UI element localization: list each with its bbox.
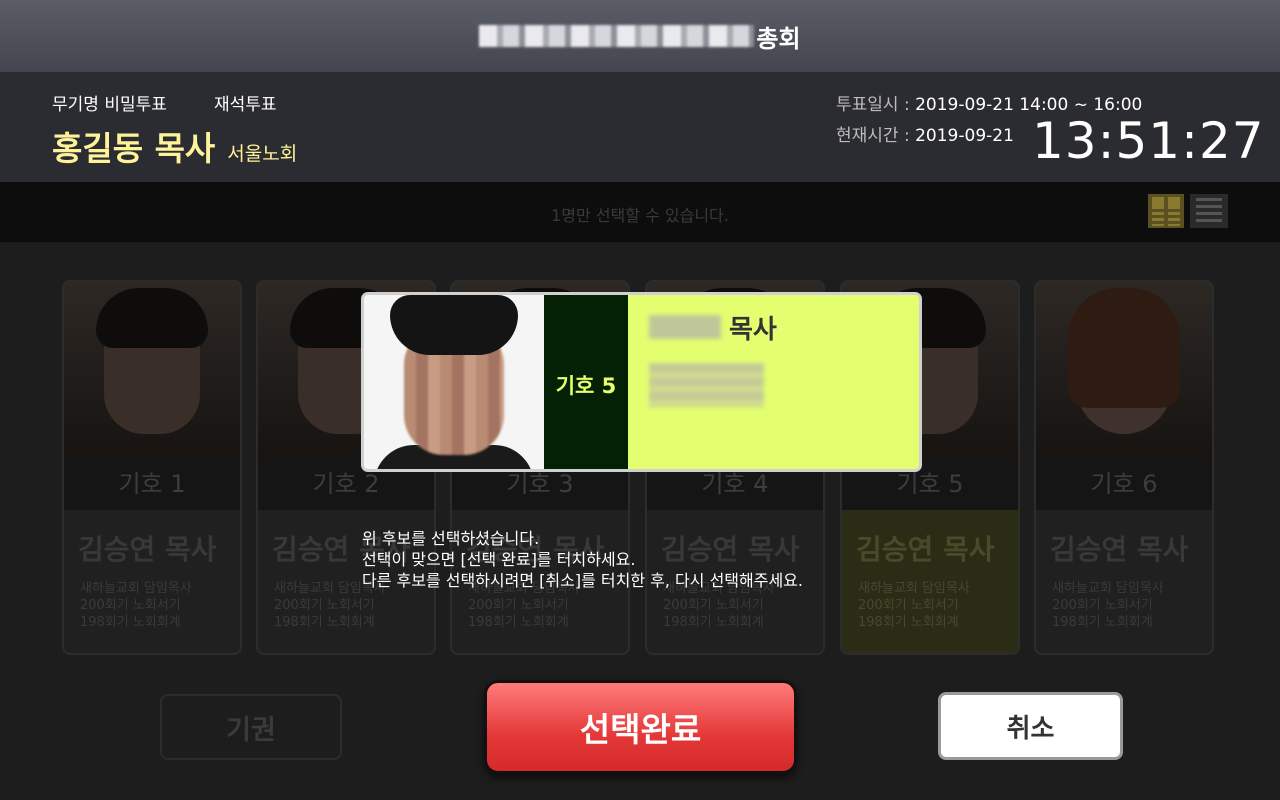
confirmation-line-2: 선택이 맞으면 [선택 완료]를 터치하세요. [362,550,636,569]
current-date: 현재시간 : 2019-09-21 [836,121,1014,146]
ballot-view-icon[interactable] [1146,192,1230,230]
vote-type-secret: 무기명 비밀투표 [52,95,167,115]
candidate-desc: 새하늘교회 담임목사 200회기 노회서기 198회기 노회회계 [1052,581,1164,630]
title-bar: 총회 [0,0,1280,72]
confirmation-line-3: 다른 후보를 선택하시려면 [취소]를 터치한 후, 다시 선택해주세요. [362,571,803,590]
voter-name-row: 홍길동 목사 서울노회 [52,122,297,170]
instruction-text: 1명만 선택할 수 있습니다. [551,206,729,225]
vote-type-present: 재석투표 [214,95,277,115]
candidate-name: 김승연 목사 [1050,533,1189,566]
candidate-name: 김승연 목사 [78,533,217,566]
candidate-desc: 새하늘교회 담임목사 200회기 노회서기 198회기 노회회계 [80,581,192,630]
confirmation-line-1: 위 후보를 선택하셨습니다. [362,529,540,548]
confirm-selection-button[interactable]: 선택완료 [484,680,797,774]
candidate-card-1[interactable]: 기호 1 김승연 목사 새하늘교회 담임목사 200회기 노회서기 198회기 노회… [62,280,242,655]
selected-candidate-desc-redacted [649,363,764,407]
candidate-photo [64,282,240,458]
selected-candidate-name-redacted [649,315,721,339]
clock: 13:51:27 [1032,112,1265,170]
selected-candidate-photo [364,295,544,469]
voter-presbytery: 서울노회 [227,143,298,165]
header: 무기명 비밀투표 재석투표 홍길동 목사 서울노회 투표일시 : 2019-09… [0,72,1280,182]
abstain-button[interactable]: 기권 [160,694,342,760]
current-date-value: 2019-09-21 [915,126,1014,146]
cancel-button[interactable]: 취소 [938,692,1123,760]
selected-candidate-popup: 기호 5 목사 [361,292,922,472]
candidate-photo [1036,282,1212,458]
vote-period-label: 투표일시 : [836,95,916,115]
selected-candidate-number: 기호 5 [544,295,628,469]
candidate-number: 기호 6 [1036,458,1212,510]
candidate-desc: 새하늘교회 담임목사 200회기 노회서기 198회기 노회회계 [858,581,970,630]
title-redacted [479,25,755,47]
candidate-number: 기호 1 [64,458,240,510]
candidate-name: 김승연 목사 [856,533,995,566]
candidate-card-6[interactable]: 기호 6 김승연 목사 새하늘교회 담임목사 200회기 노회서기 198회기 노회… [1034,280,1214,655]
selected-candidate-title: 목사 [729,315,777,345]
current-time-label: 현재시간 : [836,126,916,146]
instruction-bar: 1명만 선택할 수 있습니다. [0,182,1280,242]
title-text: 총회 [756,24,801,53]
voter-name: 홍길동 목사 [52,129,216,168]
confirmation-message: 위 후보를 선택하셨습니다. 선택이 맞으면 [선택 완료]를 터치하세요. 다… [362,528,803,591]
